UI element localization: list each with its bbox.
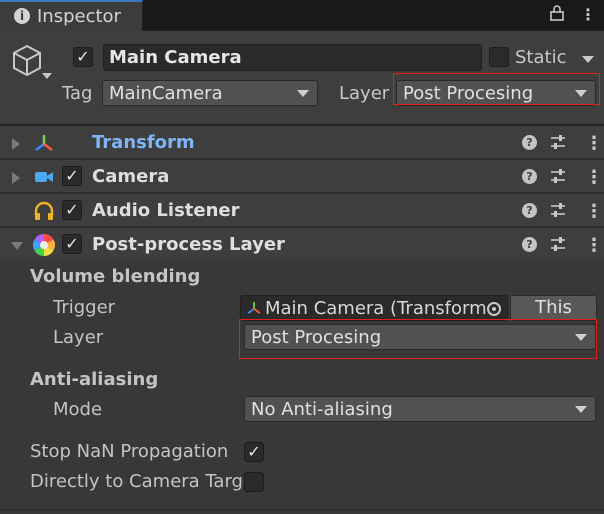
help-icon[interactable]: ? [522,237,537,252]
layer-label: Layer [339,83,390,104]
layer-label: Layer [53,327,104,348]
object-name-field[interactable]: Main Camera [103,44,482,71]
tab-bar: i Inspector ⋮ [0,0,604,31]
static-label: Static [515,47,567,68]
mode-value: No Anti-aliasing [251,399,393,420]
gameobject-cube-icon [12,44,42,81]
layer-highlight-box [393,73,600,105]
foldout-arrow-icon[interactable] [12,172,20,184]
component-tools: ? ⋮ [504,160,604,194]
info-icon: i [14,8,30,24]
trigger-object-field[interactable]: Main Camera (Transform [240,295,508,321]
component-audio-listener[interactable]: ✓ Audio Listener ? ⋮ [0,193,604,227]
component-title: Post-process Layer [92,234,285,255]
tab-inspector[interactable]: i Inspector [0,0,143,31]
post-process-icon [32,233,55,256]
enabled-checkbox[interactable]: ✓ [62,166,82,186]
lock-icon[interactable] [550,5,564,25]
chevron-down-icon [297,90,309,97]
volume-blending-header: Volume blending [30,266,201,287]
static-checkbox[interactable] [489,47,509,67]
icon-dropdown-caret-icon[interactable] [42,73,52,79]
camera-icon [33,167,55,187]
volume-layer-highlight-box [239,319,597,359]
tag-value: MainCamera [109,83,223,104]
stop-nan-checkbox[interactable]: ✓ [244,442,264,462]
foldout-arrow-icon[interactable] [11,242,23,250]
component-title: Camera [92,166,170,187]
trigger-label: Trigger [53,297,116,318]
component-camera[interactable]: ✓ Camera ? ⋮ [0,159,604,193]
presets-icon[interactable] [550,168,566,184]
foldout-arrow-icon[interactable] [12,138,20,150]
stop-nan-label: Stop NaN Propagation [30,441,229,462]
more-menu-icon[interactable]: ⋮ [585,133,603,154]
gameobject-header: ✓ Main Camera Static Tag MainCamera Laye… [0,31,604,125]
anti-aliasing-mode-dropdown[interactable]: No Anti-aliasing [244,396,596,422]
object-picker-icon[interactable] [487,302,501,316]
component-title: Transform [92,132,195,153]
help-icon[interactable]: ? [522,203,537,218]
post-process-properties: Volume blending Trigger Main Camera (Tra… [0,260,604,514]
more-menu-icon[interactable]: ⋮ [585,235,603,256]
this-button[interactable]: This [510,295,597,321]
component-tools: ? ⋮ [504,228,604,262]
more-menu-icon[interactable]: ⋮ [585,201,603,222]
more-menu-icon[interactable]: ⋮ [585,167,603,188]
active-checkbox[interactable]: ✓ [73,47,93,67]
component-tools: ? ⋮ [504,194,604,228]
direct-to-target-checkbox[interactable] [244,472,264,492]
presets-icon[interactable] [550,202,566,218]
divider [0,509,604,510]
enabled-checkbox[interactable]: ✓ [62,234,82,254]
component-tools: ? ⋮ [504,126,604,160]
mode-label: Mode [53,399,103,420]
transform-icon [33,133,55,153]
help-icon[interactable]: ? [522,135,537,150]
component-transform[interactable]: Transform ? ⋮ [0,125,604,159]
direct-to-target-label: Directly to Camera Targ [30,471,243,492]
static-dropdown-icon[interactable] [582,56,594,63]
trigger-value: Main Camera (Transform [265,298,487,319]
headphones-icon [33,201,55,221]
presets-icon[interactable] [550,236,566,252]
tag-dropdown[interactable]: MainCamera [102,80,318,106]
help-icon[interactable]: ? [522,169,537,184]
tag-label: Tag [62,83,93,104]
presets-icon[interactable] [550,134,566,150]
component-title: Audio Listener [92,200,240,221]
component-post-process-layer[interactable]: ✓ Post-process Layer ? ⋮ [0,227,604,261]
tab-title: Inspector [37,6,121,27]
enabled-checkbox[interactable]: ✓ [62,200,82,220]
transform-icon [246,300,262,320]
more-menu-icon[interactable]: ⋮ [580,5,596,24]
chevron-down-icon [575,406,587,413]
anti-aliasing-header: Anti-aliasing [30,369,159,390]
